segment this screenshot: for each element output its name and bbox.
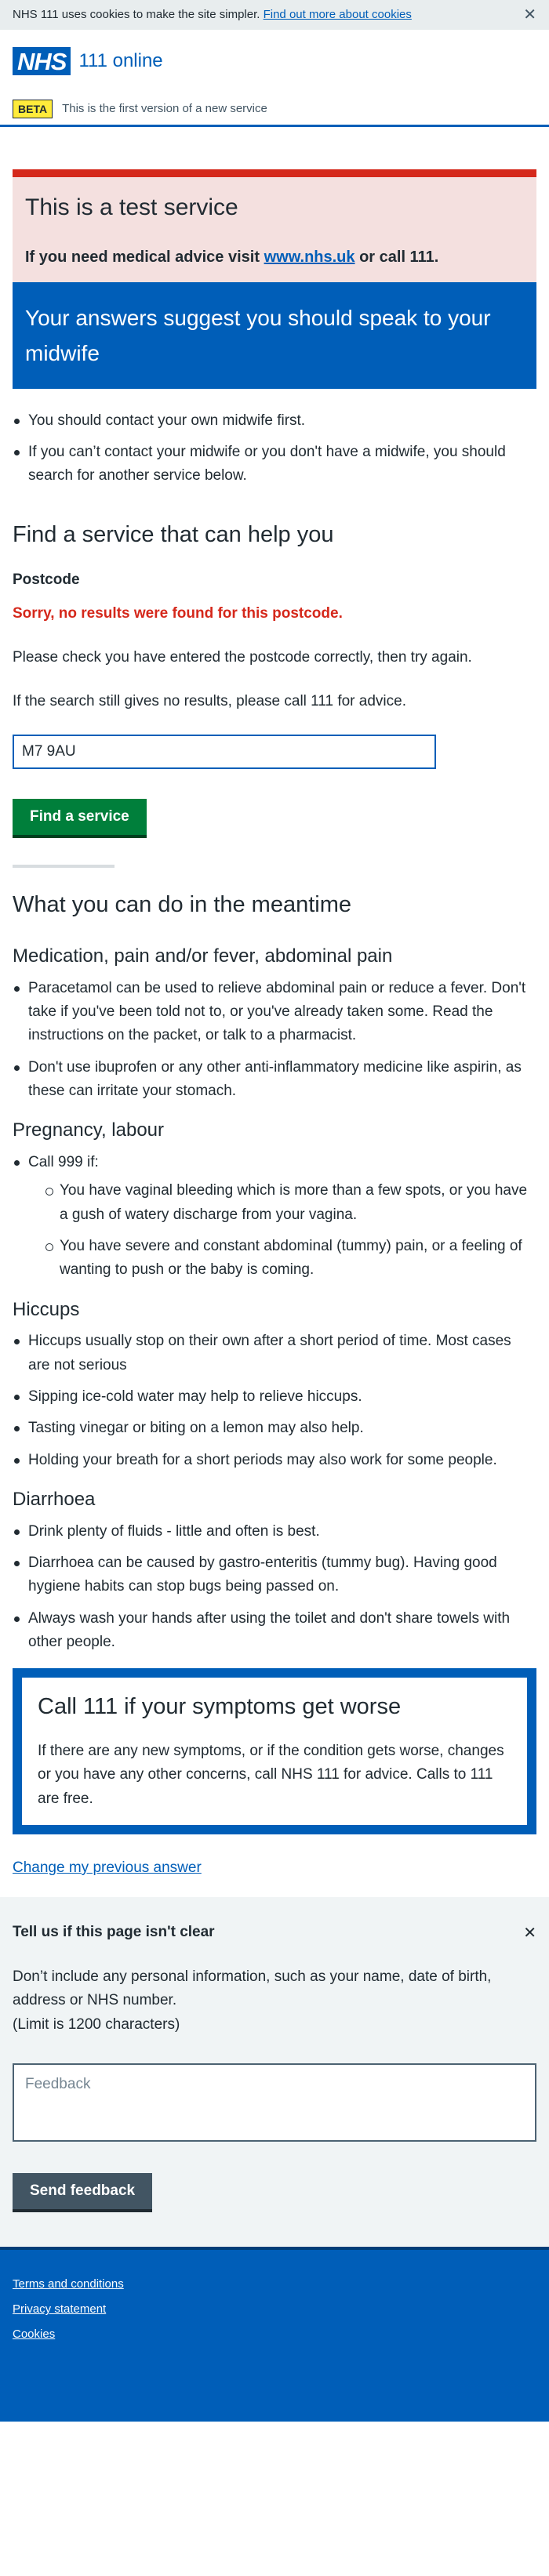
feedback-limit-text: (Limit is 1200 characters) <box>13 2015 180 2033</box>
list-item: Tasting vinegar or biting on a lemon may… <box>13 1417 536 1440</box>
pregnancy-list: Call 999 if: You have vaginal bleeding w… <box>13 1151 536 1283</box>
postcode-label: Postcode <box>13 571 80 589</box>
close-icon[interactable]: ✕ <box>523 1925 536 1941</box>
diarrhoea-list: Drink plenty of fluids - little and ofte… <box>13 1520 536 1655</box>
list-item: Paracetamol can be used to relieve abdom… <box>13 977 536 1048</box>
list-item: You have severe and constant abdominal (… <box>44 1235 536 1283</box>
list-item: Diarrhoea can be caused by gastro-enteri… <box>13 1551 536 1599</box>
medication-section: Medication, pain and/or fever, abdominal… <box>13 942 536 1103</box>
care-card: Your answers suggest you should speak to… <box>13 282 536 389</box>
list-item: Holding your breath for a short periods … <box>13 1449 536 1472</box>
medication-heading: Medication, pain and/or fever, abdominal… <box>13 945 393 967</box>
find-service-button[interactable]: Find a service <box>13 798 147 835</box>
pregnancy-heading: Pregnancy, labour <box>13 1119 165 1141</box>
list-item: Drink plenty of fluids - little and ofte… <box>13 1520 536 1544</box>
main-content: This is a test service If you need medic… <box>0 169 549 1897</box>
test-service-text-after: or call 111. <box>359 249 439 266</box>
list-item: Hiccups usually stop on their own after … <box>13 1330 536 1377</box>
phase-banner: BETA This is the first version of a new … <box>0 93 549 127</box>
feedback-title: Tell us if this page isn't clear <box>13 1924 215 1941</box>
cookie-banner: NHS 111 uses cookies to make the site si… <box>0 0 549 30</box>
pregnancy-section: Pregnancy, labour Call 999 if: You have … <box>13 1116 536 1282</box>
hiccups-list: Hiccups usually stop on their own after … <box>13 1330 536 1472</box>
list-item: You should contact your own midwife firs… <box>13 409 536 433</box>
service-name[interactable]: 111 online <box>78 46 162 76</box>
list-item: If you can’t contact your midwife or you… <box>13 441 536 488</box>
medication-list: Paracetamol can be used to relieve abdom… <box>13 977 536 1104</box>
site-footer: Terms and conditions Privacy statement C… <box>0 2247 549 2422</box>
phase-banner-text: This is the first version of a new servi… <box>62 101 267 115</box>
postcode-error-message: Sorry, no results were found for this po… <box>13 604 343 622</box>
cookie-banner-text: NHS 111 uses cookies to make the site si… <box>13 8 260 21</box>
postcode-advice-text: If the search still gives no results, pl… <box>13 693 406 710</box>
list-item: You have vaginal bleeding which is more … <box>44 1179 536 1227</box>
change-answer-link[interactable]: Change my previous answer <box>13 1856 202 1880</box>
section-divider <box>13 864 115 868</box>
diarrhoea-heading: Diarrhoea <box>13 1489 96 1511</box>
hiccups-section: Hiccups Hiccups usually stop on their ow… <box>13 1295 536 1472</box>
list-item: Sipping ice-cold water may help to relie… <box>13 1385 536 1409</box>
meantime-heading: What you can do in the meantime <box>13 891 352 917</box>
test-service-title: This is a test service <box>25 194 238 220</box>
call-111-heading: Call 111 if your symptoms get worse <box>38 1694 402 1720</box>
beta-tag: BETA <box>13 99 53 118</box>
nhs-logo[interactable]: NHS <box>13 47 71 75</box>
cookie-info-link[interactable]: Find out more about cookies <box>264 8 412 21</box>
service-search-heading: Find a service that can help you <box>13 521 334 547</box>
diarrhoea-section: Diarrhoea Drink plenty of fluids - littl… <box>13 1485 536 1654</box>
call-111-card: Call 111 if your symptoms get worse If t… <box>13 1668 536 1835</box>
footer-link-privacy[interactable]: Privacy statement <box>13 2300 536 2319</box>
test-service-text: If you need medical advice visit www.nhs… <box>25 245 524 270</box>
list-item: Call 999 if: You have vaginal bleeding w… <box>13 1151 536 1283</box>
feedback-header: Tell us if this page isn't clear ✕ <box>13 1921 536 1944</box>
feedback-panel: Tell us if this page isn't clear ✕ Don’t… <box>0 1897 549 2248</box>
cookie-banner-message: NHS 111 uses cookies to make the site si… <box>13 5 412 24</box>
intro-list: You should contact your own midwife firs… <box>13 409 536 488</box>
feedback-textarea[interactable] <box>13 2063 536 2142</box>
postcode-help-text: Please check you have entered the postco… <box>13 648 472 666</box>
care-card-title: Your answers suggest you should speak to… <box>25 306 491 365</box>
postcode-input[interactable] <box>13 734 436 769</box>
close-icon[interactable]: ✕ <box>523 7 536 23</box>
nhs-uk-link[interactable]: www.nhs.uk <box>264 249 355 266</box>
list-item: Always wash your hands after using the t… <box>13 1607 536 1655</box>
test-service-warning: This is a test service If you need medic… <box>13 169 536 282</box>
footer-link-cookies[interactable]: Cookies <box>13 2325 536 2344</box>
send-feedback-button[interactable]: Send feedback <box>13 2173 153 2210</box>
hiccups-heading: Hiccups <box>13 1298 80 1320</box>
call-111-text: If there are any new symptoms, or if the… <box>38 1742 504 1807</box>
footer-link-terms[interactable]: Terms and conditions <box>13 2275 536 2294</box>
list-item: Don't use ibuprofen or any other anti-in… <box>13 1056 536 1104</box>
site-header: NHS 111 online <box>0 30 549 93</box>
feedback-privacy-text: Don’t include any personal information, … <box>13 1968 492 2009</box>
call-999-text: Call 999 if: <box>28 1153 99 1170</box>
test-service-text-before: If you need medical advice visit <box>25 249 260 266</box>
pregnancy-sublist: You have vaginal bleeding which is more … <box>28 1179 536 1283</box>
